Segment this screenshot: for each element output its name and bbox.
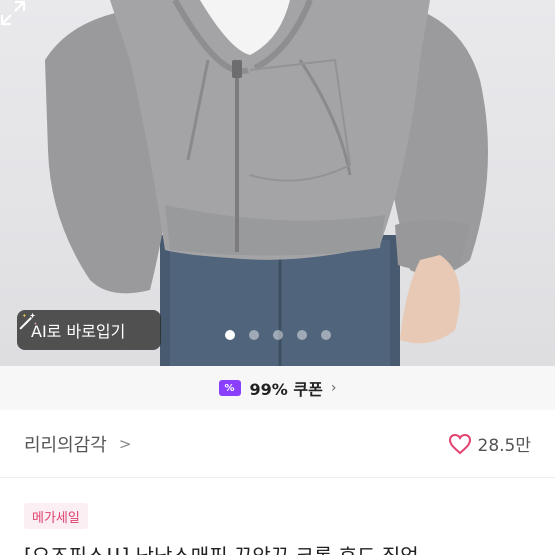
like-button[interactable]: 28.5만 — [448, 431, 532, 456]
magic-wand-icon — [19, 312, 37, 330]
seller-row: 리리의감각 > 28.5만 — [0, 410, 555, 478]
carousel-dot[interactable] — [321, 330, 331, 340]
ai-try-on-button[interactable]: AI로 바로입기 — [17, 310, 161, 350]
like-count: 28.5만 — [477, 436, 532, 456]
coupon-icon: % — [218, 380, 241, 396]
carousel-dot[interactable] — [273, 330, 283, 340]
chevron-right-icon: > — [118, 434, 132, 453]
carousel-dot[interactable] — [297, 330, 307, 340]
ai-try-on-label: AI로 바로입기 — [31, 322, 126, 341]
coupon-text: 99% 쿠폰 — [249, 380, 323, 399]
sale-badge: 메가세일 — [24, 503, 88, 529]
carousel-indicator — [225, 330, 331, 340]
seller-name-link[interactable]: 리리의감각 — [24, 431, 107, 457]
expand-icon[interactable] — [0, 0, 26, 26]
product-title: [오즈픽스!!] 낭낭스매핏 끈앞끈 크롭 후드 집업 — [24, 540, 419, 555]
heart-outline-icon — [448, 433, 471, 454]
coupon-bar[interactable]: % 99% 쿠폰 › — [0, 366, 555, 410]
chevron-right-icon: › — [330, 380, 337, 396]
carousel-dot[interactable] — [225, 330, 235, 340]
carousel-dot[interactable] — [249, 330, 259, 340]
product-image[interactable]: AI로 바로입기 — [0, 0, 555, 366]
